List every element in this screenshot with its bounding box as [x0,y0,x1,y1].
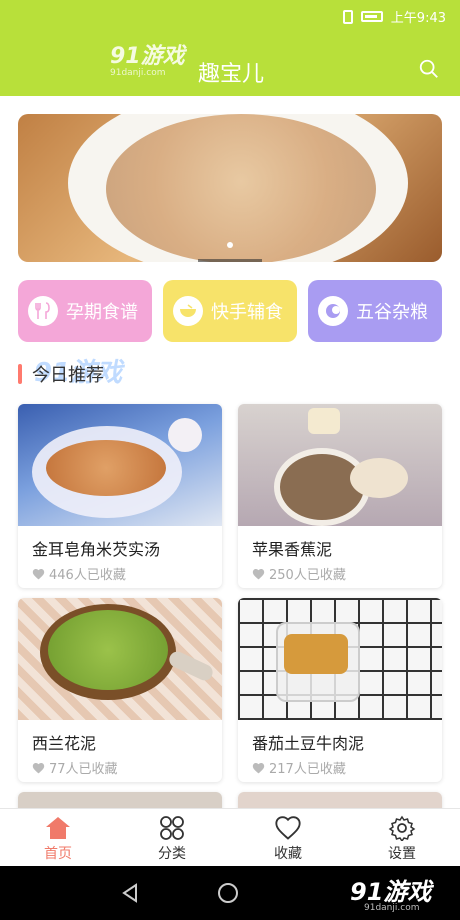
main-content[interactable]: 孕期食谱 快手辅食 五谷杂粮 91游戏 今日推荐 金耳皂角米芡实汤 446人已收… [0,96,460,808]
status-time: 上午9:43 [390,11,446,26]
carousel-dots [18,242,442,248]
vibrate-icon [342,9,353,24]
app-bar: 91游戏 91danji.com 趣宝儿 [0,30,460,96]
recipe-card[interactable]: 西兰花泥 77人已收藏 [18,598,222,782]
heart-icon [275,816,301,840]
grain-icon [318,296,348,326]
category-label: 五谷杂粮 [356,302,428,323]
section-header: 今日推荐 [18,362,104,386]
home-button[interactable] [218,883,238,903]
recipe-card[interactable]: 金耳皂角米芡实汤 446人已收藏 [18,404,222,588]
tab-home[interactable]: 首页 [28,815,88,863]
recipe-image [18,792,222,808]
section-title: 今日推荐 [32,365,104,386]
grid-icon [160,816,184,840]
fork-spoon-icon [28,296,58,326]
app-title: 趣宝儿 [198,62,265,87]
recipe-image [238,404,442,526]
favorite-count: 446人已收藏 [32,564,126,583]
search-icon[interactable] [418,58,440,80]
tab-settings[interactable]: 设置 [372,815,432,863]
recipe-card[interactable] [18,792,222,808]
recipe-name: 番茄土豆牛肉泥 [252,734,365,753]
home-icon [46,817,70,839]
bottom-tab-bar: 首页 分类 收藏 设置 [0,808,460,867]
recipe-image [238,792,442,808]
heart-icon [32,762,45,773]
recipe-name: 金耳皂角米芡实汤 [32,540,161,559]
category-label: 快手辅食 [211,302,283,323]
favorite-count: 217人已收藏 [252,758,346,777]
category-label: 孕期食谱 [66,302,138,323]
battery-icon [360,11,383,22]
watermark-logo: 91游戏 91danji.com [350,878,432,913]
status-bar: 上午9:43 [0,0,460,30]
category-row: 孕期食谱 快手辅食 五谷杂粮 [18,280,442,342]
recipe-name: 苹果香蕉泥 [252,540,333,559]
recipe-card[interactable]: 番茄土豆牛肉泥 217人已收藏 [238,598,442,782]
tab-categories[interactable]: 分类 [142,815,202,863]
tab-favorites[interactable]: 收藏 [258,815,318,863]
category-grains[interactable]: 五谷杂粮 [308,280,442,342]
recipe-image [18,598,222,720]
watermark-logo: 91游戏 91danji.com [110,44,185,78]
favorite-count: 250人已收藏 [252,564,346,583]
heart-icon [32,568,45,579]
favorite-count: 77人已收藏 [32,758,118,777]
heart-icon [252,568,265,579]
recipe-card[interactable] [238,792,442,808]
system-nav-bar: 91游戏 91danji.com [0,866,460,920]
category-pregnancy-recipes[interactable]: 孕期食谱 [18,280,152,342]
bowl-icon [173,296,203,326]
porridge-image [106,114,376,262]
category-quick-food[interactable]: 快手辅食 [163,280,297,342]
recipe-image [238,598,442,720]
recipe-name: 西兰花泥 [32,734,97,753]
recipe-image [18,404,222,526]
banner-carousel[interactable] [18,114,442,262]
heart-icon [252,762,265,773]
gear-icon [388,815,416,841]
recipe-card[interactable]: 苹果香蕉泥 250人已收藏 [238,404,442,588]
back-icon[interactable] [120,883,140,903]
